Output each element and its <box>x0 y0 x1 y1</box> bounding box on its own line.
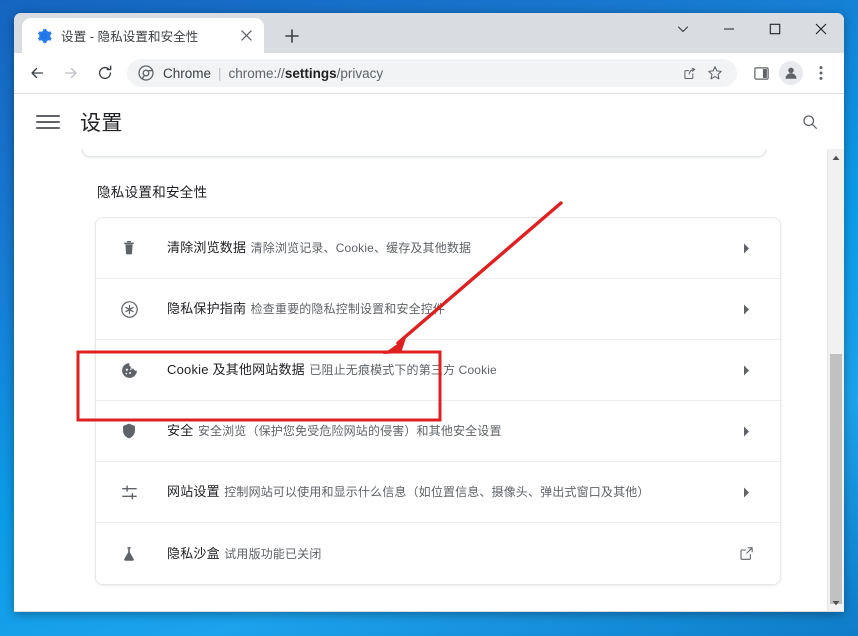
vertical-scrollbar[interactable] <box>827 149 844 611</box>
trash-icon <box>118 237 140 259</box>
maximize-button[interactable] <box>752 13 798 45</box>
chevron-right-icon[interactable] <box>732 356 760 384</box>
section-title: 隐私设置和安全性 <box>97 185 208 200</box>
sliders-icon <box>118 481 140 503</box>
previous-section-card-partial <box>82 149 766 157</box>
tab-title: 设置 - 隐私设置和安全性 <box>61 30 199 44</box>
side-panel-icon[interactable] <box>747 59 775 87</box>
tab-close-icon[interactable] <box>236 26 256 46</box>
close-button[interactable] <box>798 13 844 45</box>
address-bar[interactable]: Chrome | chrome://settings/privacy <box>127 59 737 87</box>
external-link-icon[interactable] <box>732 540 760 568</box>
omnibox-url: chrome://settings/privacy <box>229 66 384 81</box>
account-avatar-icon <box>779 61 803 85</box>
row-text: Cookie 及其他网站数据 已阻止无痕模式下的第三方 Cookie <box>167 361 724 379</box>
star-icon[interactable] <box>703 61 727 85</box>
page-title: 设置 <box>80 111 123 135</box>
row-text: 清除浏览数据 清除浏览记录、Cookie、缓存及其他数据 <box>167 239 724 257</box>
url-prefix: chrome:// <box>228 65 285 81</box>
row-text: 隐私沙盒 试用版功能已关闭 <box>167 545 724 563</box>
hamburger-bar <box>36 120 60 123</box>
settings-content-scroll[interactable]: 隐私设置和安全性 清除浏览数据 清除浏览记录、Cookie、缓存及其他数据 隐私… <box>14 149 844 611</box>
url-suffix: /privacy <box>336 65 384 81</box>
browser-window: 设置 - 隐私设置和安全性 Chrome | chrome://settings… <box>14 13 844 612</box>
chevron-right-icon[interactable] <box>732 234 760 262</box>
chevron-right-icon[interactable] <box>732 295 760 323</box>
tab-strip: 设置 - 隐私设置和安全性 <box>14 13 844 53</box>
settings-row-cookies[interactable]: Cookie 及其他网站数据 已阻止无痕模式下的第三方 Cookie <box>96 340 780 401</box>
close-icon <box>815 23 827 35</box>
search-icon <box>803 114 817 129</box>
row-subtitle: 已阻止无痕模式下的第三方 Cookie <box>309 363 497 377</box>
settings-row-site-settings[interactable]: 网站设置 控制网站可以使用和显示什么信息（如位置信息、摄像头、弹出式窗口及其他） <box>96 462 780 523</box>
hamburger-menu-icon[interactable] <box>36 110 60 134</box>
forward-button <box>57 59 85 87</box>
back-button[interactable] <box>23 59 51 87</box>
privacy-guide-icon <box>118 298 140 320</box>
row-text: 隐私保护指南 检查重要的隐私控制设置和安全控件 <box>167 300 724 318</box>
chevron-down-icon <box>677 26 689 33</box>
row-subtitle: 控制网站可以使用和显示什么信息（如位置信息、摄像头、弹出式窗口及其他） <box>224 485 650 499</box>
flask-icon <box>118 543 140 565</box>
row-title: 隐私保护指南 <box>167 301 247 316</box>
toolbar-right-actions <box>745 59 835 87</box>
settings-row-privacy-guide[interactable]: 隐私保护指南 检查重要的隐私控制设置和安全控件 <box>96 279 780 340</box>
row-subtitle: 检查重要的隐私控制设置和安全控件 <box>250 302 446 316</box>
back-arrow-icon <box>31 67 44 79</box>
row-subtitle: 安全浏览（保护您免受危险网站的侵害）和其他安全设置 <box>197 424 502 438</box>
shield-icon <box>118 420 140 442</box>
scroll-up-arrow-icon[interactable] <box>828 149 844 166</box>
url-bold-part: settings <box>284 65 337 81</box>
chrome-logo-icon <box>138 65 154 81</box>
new-tab-button[interactable] <box>278 22 306 50</box>
omnibox-scheme-label: Chrome <box>163 65 212 81</box>
reload-icon <box>98 65 112 80</box>
settings-row-security[interactable]: 安全 安全浏览（保护您免受危险网站的侵害）和其他安全设置 <box>96 401 780 462</box>
hamburger-bar <box>36 126 60 129</box>
privacy-settings-card: 清除浏览数据 清除浏览记录、Cookie、缓存及其他数据 隐私保护指南 检查重要… <box>95 217 781 585</box>
three-dot-menu-icon[interactable] <box>807 59 835 87</box>
forward-arrow-icon <box>64 67 77 79</box>
settings-row-clear-browsing-data[interactable]: 清除浏览数据 清除浏览记录、Cookie、缓存及其他数据 <box>96 218 780 279</box>
row-text: 安全 安全浏览（保护您免受危险网站的侵害）和其他安全设置 <box>167 422 724 440</box>
row-subtitle: 清除浏览记录、Cookie、缓存及其他数据 <box>250 241 472 255</box>
settings-page: 设置 隐私设置和安全性 清除浏览数据 清除浏览记录、Cookie、缓存及其他数据… <box>14 94 844 611</box>
tab-search-button[interactable] <box>660 13 706 45</box>
row-title: 网站设置 <box>167 484 220 499</box>
row-title: 隐私沙盒 <box>167 545 220 561</box>
maximize-icon <box>769 23 781 35</box>
window-controls <box>660 13 844 53</box>
share-icon[interactable] <box>677 61 701 85</box>
settings-header: 设置 <box>14 94 844 149</box>
omnibox-separator: | <box>218 65 222 81</box>
row-title: Cookie 及其他网站数据 <box>167 362 305 377</box>
profile-button[interactable] <box>777 59 805 87</box>
row-title: 清除浏览数据 <box>167 240 247 255</box>
search-settings-button[interactable] <box>794 106 826 138</box>
settings-row-privacy-sandbox[interactable]: 隐私沙盒 试用版功能已关闭 <box>96 523 780 584</box>
minimize-icon <box>724 28 734 30</box>
chevron-right-icon[interactable] <box>732 478 760 506</box>
row-text: 网站设置 控制网站可以使用和显示什么信息（如位置信息、摄像头、弹出式窗口及其他） <box>167 483 724 501</box>
row-title: 安全 <box>167 423 194 438</box>
omnibox-actions <box>675 61 727 85</box>
scrollbar-thumb[interactable] <box>830 354 842 604</box>
scroll-down-arrow-icon[interactable] <box>828 594 844 611</box>
gear-icon <box>38 28 52 43</box>
plus-icon <box>285 29 299 43</box>
chevron-right-icon[interactable] <box>732 417 760 445</box>
browser-tab[interactable]: 设置 - 隐私设置和安全性 <box>22 18 264 53</box>
minimize-button[interactable] <box>706 13 752 45</box>
reload-button[interactable] <box>91 59 119 87</box>
row-subtitle: 试用版功能已关闭 <box>224 546 322 561</box>
hamburger-bar <box>36 114 60 117</box>
cookie-icon <box>118 359 140 381</box>
browser-toolbar: Chrome | chrome://settings/privacy <box>14 53 844 94</box>
